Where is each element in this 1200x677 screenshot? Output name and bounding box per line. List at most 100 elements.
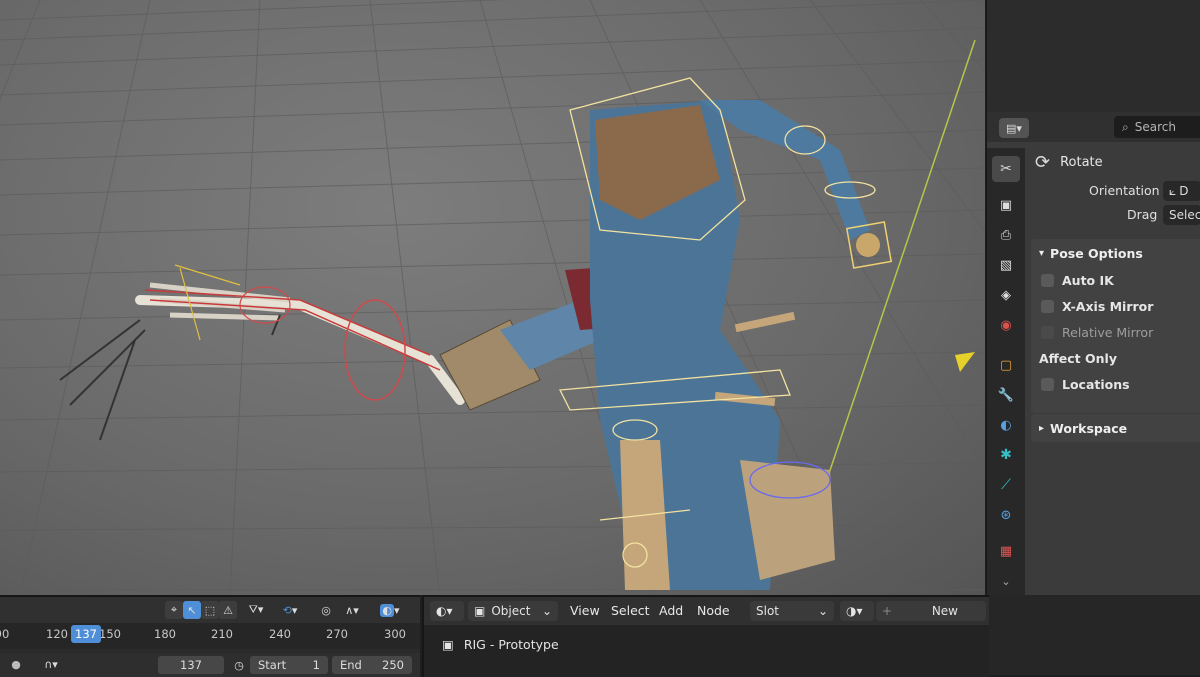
slot-dropdown[interactable]: Slot ⌄ [750,601,834,621]
search-placeholder: Search [1134,120,1176,134]
editor-type-button[interactable]: ◐▾ [430,601,464,621]
image-icon: ▧ [999,257,1013,273]
warning-icon[interactable]: ⚠ [219,601,237,619]
x-axis-mirror-checkbox[interactable] [1041,299,1054,313]
relative-mirror-row: Relative Mirror [1031,319,1200,345]
node-editor-header: ◐▾ ▣ Object ⌄ View Select Add Node Slot … [424,597,989,625]
orientation-value: D [1179,184,1189,198]
tab-render[interactable]: ▣ [992,192,1020,218]
current-frame-marker[interactable]: 137 [71,625,101,643]
tab-modifiers[interactable]: 🔧 [992,382,1020,408]
snap-icon[interactable]: ⟲ ▾ [275,601,305,619]
world-icon: ◉ [1000,317,1012,333]
affect-only-label: Affect Only [1039,350,1117,366]
auto-ik-row[interactable]: Auto IK [1031,267,1200,293]
auto-ik-checkbox[interactable] [1041,273,1054,287]
properties-editor: ▤▾ ⌕ Search ✂ ▣ ⎙ ▧ ◈ ◉ ▢ 🔧 ◐ ✱ ⟋ ⊛ ▦ ⌄ … [986,112,1200,675]
object-mode-dropdown[interactable]: ▣ Object ⌄ [468,601,558,621]
orientation-dropdown[interactable]: ⟀ D [1163,181,1200,201]
overlay-icon[interactable]: ◐ ▾ [372,601,408,619]
ruler-label: 180 [154,627,176,641]
material-browse-button[interactable]: ◑▾ [840,601,874,621]
editor-type-button[interactable]: ▤▾ [999,118,1029,138]
drag-label: Drag [1127,207,1158,222]
tab-physics[interactable]: ◐ [992,412,1020,438]
3d-viewport[interactable] [0,0,985,595]
filter-icon[interactable]: ⛛▾ [242,601,270,619]
menu-select[interactable]: Select [611,603,650,618]
workspace-header[interactable]: ▸ Workspace [1031,414,1200,442]
object-mode-label: Object [491,604,531,618]
ruler-label: 240 [269,627,291,641]
current-frame-field[interactable]: 137 [158,656,224,674]
object-icon: ▢ [999,357,1013,373]
tab-world[interactable]: ◉ [992,312,1020,338]
pose-options-header[interactable]: ▾ Pose Options [1031,239,1200,267]
locations-checkbox[interactable] [1041,377,1054,391]
pose-options-title: Pose Options [1050,245,1143,261]
armature-icon: ✱ [1000,447,1012,463]
ruler-label: 90 [0,627,10,641]
object-icon: ▣ [474,604,486,618]
properties-icon: ▤▾ [1006,121,1022,135]
object-icon: ▣ [442,637,454,652]
tab-more[interactable]: ⌄ [992,568,1020,594]
relative-mirror-checkbox [1041,325,1054,339]
search-field[interactable]: ⌕ Search [1114,116,1200,138]
menu-node[interactable]: Node [697,603,730,618]
material-icon: ◑▾ [846,604,863,618]
magnet-icon[interactable]: ∩▾ [36,655,66,673]
active-tool-name: Rotate [1060,155,1103,170]
texture-icon: ▦ [999,543,1013,559]
tab-texture[interactable]: ▦ [992,538,1020,564]
printer-icon: ⎙ [1000,227,1012,243]
end-label: End [340,658,362,672]
ruler-label: 270 [326,627,348,641]
tab-tool[interactable]: ✂ [992,156,1020,182]
plus-icon: + [882,604,893,618]
new-material-button[interactable]: + New [876,601,986,621]
clock-icon[interactable]: ◷ [230,656,248,674]
drag-dropdown[interactable]: Selec [1163,205,1200,225]
auto-ik-label: Auto IK [1062,272,1114,288]
timeline-footer: ● ∩▾ 137 ◷ Start 1 End 250 [0,653,420,677]
tab-bone-constraints[interactable]: ⊛ [992,502,1020,528]
render-icon: ▣ [999,197,1013,213]
orientation-icon: ⟀ [1169,183,1177,198]
tab-bone[interactable]: ⟋ [992,472,1020,498]
orientation-label: Orientation [1089,183,1160,198]
menu-view[interactable]: View [570,603,600,618]
select-cursor-icon[interactable]: ↖ [183,601,201,619]
tab-view-layer[interactable]: ▧ [992,252,1020,278]
properties-header: ▤▾ ⌕ Search [987,112,1200,142]
start-value: 1 [312,658,320,672]
bottom-right-area [989,595,1200,675]
drag-value: Selec [1169,208,1200,222]
keyframe-dot-icon[interactable]: ● [6,655,26,673]
proportional-edit-icon[interactable]: ◎ [315,601,337,619]
chevron-down-icon: ▾ [1039,247,1045,259]
falloff-icon[interactable]: ∧▾ [338,601,366,619]
box-select-icon[interactable]: ⬚ [201,601,219,619]
tab-output[interactable]: ⎙ [992,222,1020,248]
locations-row[interactable]: Locations [1031,371,1200,397]
workspace-panel[interactable]: ▸ Workspace [1031,414,1200,442]
tab-object[interactable]: ▢ [992,352,1020,378]
tab-scene[interactable]: ◈ [992,282,1020,308]
node-editor: ◐▾ ▣ Object ⌄ View Select Add Node Slot … [422,595,989,677]
x-axis-mirror-row[interactable]: X-Axis Mirror [1031,293,1200,319]
physics-icon: ◐ [1000,417,1012,433]
menu-add[interactable]: Add [659,603,683,618]
frame-ruler[interactable]: 90 120 150 180 210 240 270 300 137 [0,623,420,649]
end-frame-field[interactable]: End 250 [332,656,412,674]
start-frame-field[interactable]: Start 1 [250,656,328,674]
bone-constraint-icon: ⊛ [1000,507,1012,523]
current-frame-value: 137 [180,658,202,672]
slot-label: Slot [756,604,779,618]
active-tool-header: ⟳ Rotate [1035,152,1103,173]
rotate-icon: ⟳ [1035,152,1051,173]
keyframe-icon[interactable]: ⌖ [165,601,183,619]
wrench-icon: 🔧 [997,387,1015,403]
tab-object-data[interactable]: ✱ [992,442,1020,468]
workspace-title: Workspace [1050,420,1128,436]
